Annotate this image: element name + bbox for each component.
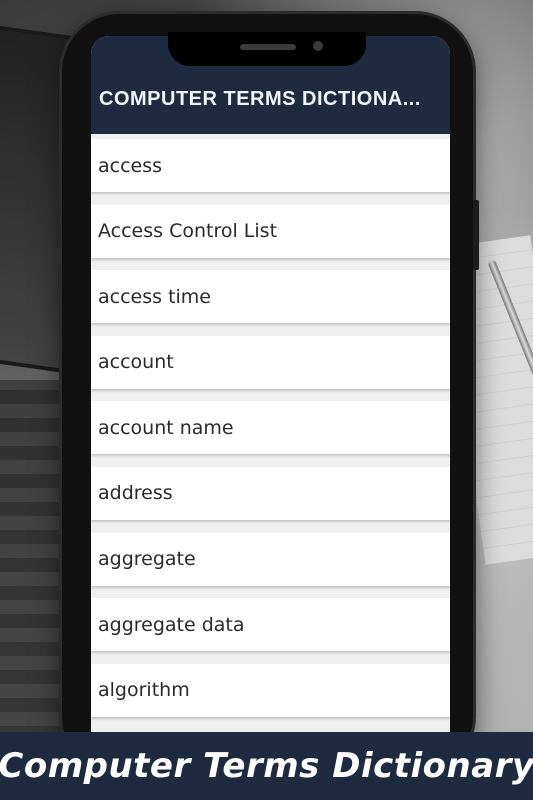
app-title: COMPUTER TERMS DICTIONA... bbox=[99, 88, 421, 110]
term-list: access Access Control List access time a… bbox=[91, 139, 450, 729]
term-item[interactable]: algorithm bbox=[91, 663, 450, 717]
term-item[interactable]: Access Control List bbox=[91, 204, 450, 258]
promo-banner: Computer Terms Dictionary bbox=[0, 732, 533, 800]
term-item[interactable]: access bbox=[91, 139, 450, 192]
phone-screen: COMPUTER TERMS DICTIONA... access Access… bbox=[91, 36, 450, 760]
front-camera bbox=[313, 41, 323, 51]
term-item[interactable]: account name bbox=[91, 401, 450, 455]
term-item[interactable]: account bbox=[91, 335, 450, 389]
term-item[interactable]: address bbox=[91, 466, 450, 520]
banner-title: Computer Terms Dictionary bbox=[0, 746, 533, 786]
term-item[interactable]: aggregate data bbox=[91, 598, 450, 652]
term-item[interactable]: access time bbox=[91, 270, 450, 324]
phone-side-button bbox=[473, 200, 479, 270]
term-item[interactable]: aggregate bbox=[91, 532, 450, 586]
speaker-grille bbox=[240, 44, 296, 50]
